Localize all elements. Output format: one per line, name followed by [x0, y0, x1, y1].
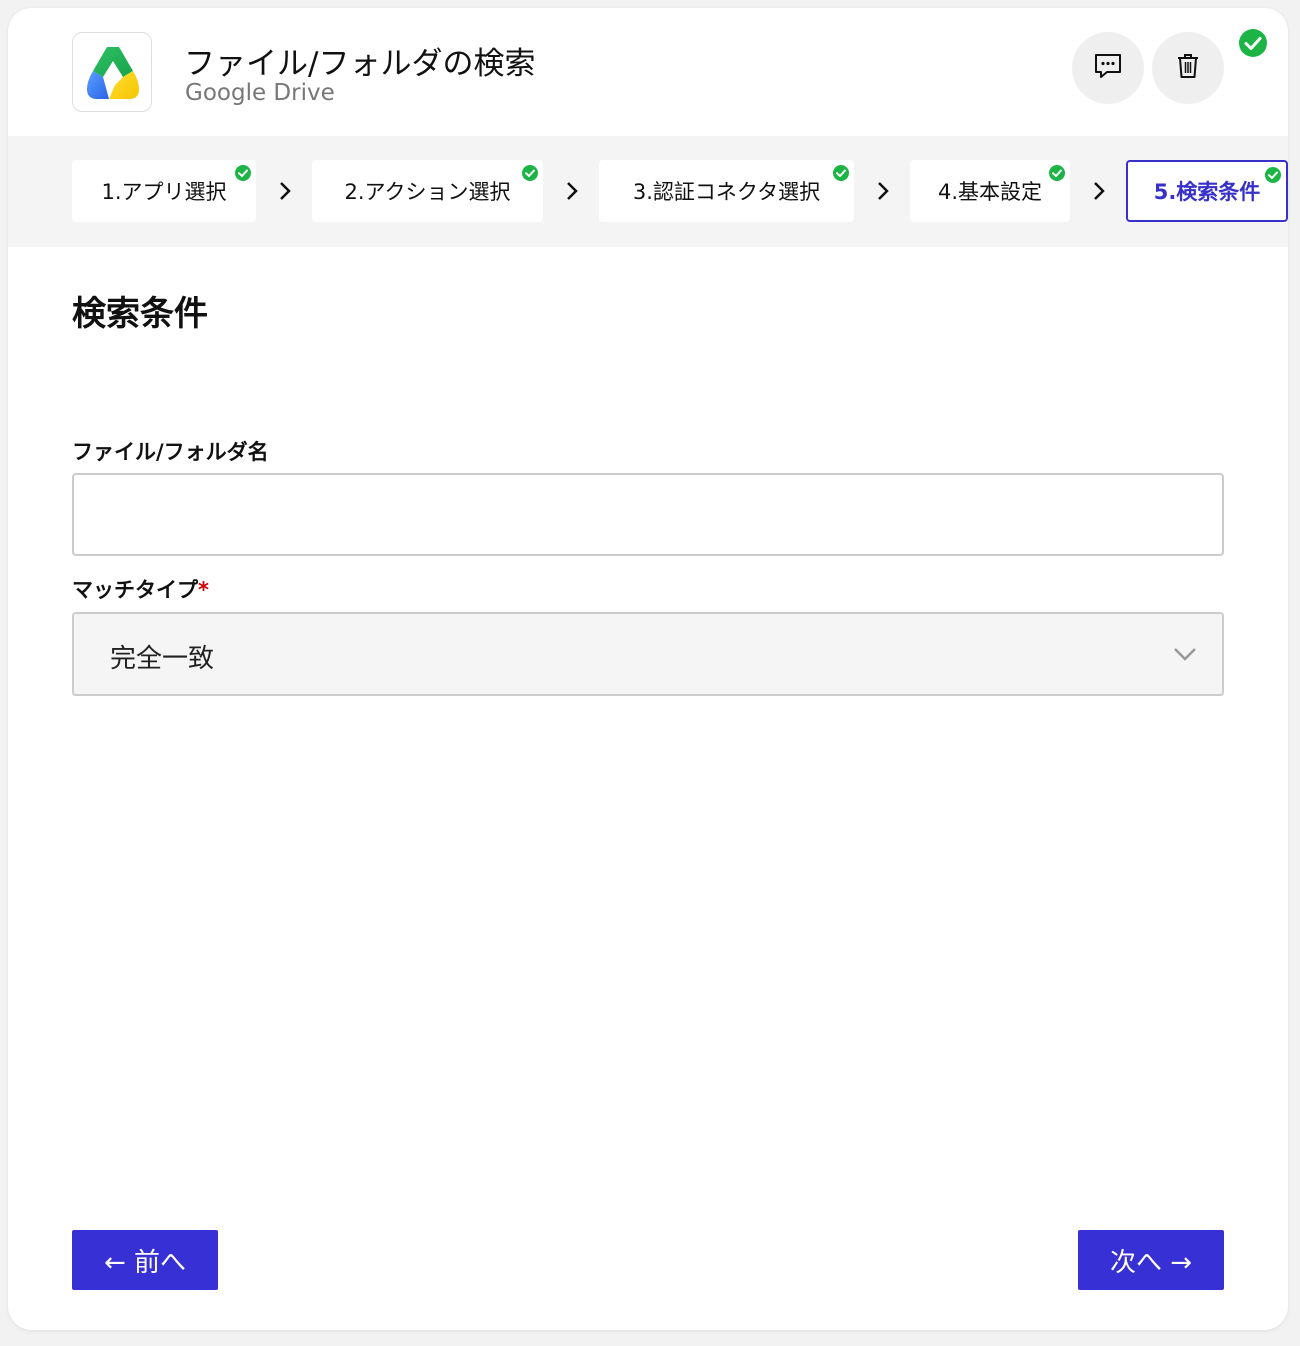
- step-action-selection[interactable]: 2.アクション選択: [312, 160, 543, 222]
- check-circle-icon: [1049, 165, 1065, 181]
- match-type-label-text: マッチタイプ: [72, 578, 198, 602]
- match-type-label: マッチタイプ*: [72, 574, 209, 604]
- step-label: 3.認証コネクタ選択: [632, 180, 821, 204]
- step-label: 1.アプリ選択: [101, 180, 227, 204]
- app-name: Google Drive: [185, 80, 335, 106]
- step-progress-bar: 1.アプリ選択 2.アクション選択 3.認証コネクタ選択 4.基本設定 5.検索…: [8, 136, 1288, 247]
- chevron-down-icon: [1174, 648, 1196, 661]
- chevron-right-icon: [567, 182, 578, 200]
- required-mark: *: [198, 578, 209, 602]
- comment-button[interactable]: [1072, 32, 1144, 104]
- previous-button[interactable]: ← 前へ: [72, 1230, 218, 1290]
- step-label: 4.基本設定: [937, 180, 1043, 204]
- file-folder-name-input[interactable]: [72, 473, 1224, 556]
- match-type-select[interactable]: 完全一致: [72, 612, 1224, 696]
- section-title: 検索条件: [72, 294, 208, 334]
- delete-button[interactable]: [1152, 32, 1224, 104]
- google-drive-logo-icon: [72, 32, 152, 112]
- chevron-right-icon: [1094, 182, 1105, 200]
- step-basic-settings[interactable]: 4.基本設定: [910, 160, 1070, 222]
- check-circle-icon: [522, 165, 538, 181]
- page-title: ファイル/フォルダの検索: [184, 46, 536, 82]
- next-button[interactable]: 次へ →: [1078, 1230, 1224, 1290]
- step-app-selection[interactable]: 1.アプリ選択: [72, 160, 256, 222]
- chevron-right-icon: [280, 182, 291, 200]
- chevron-right-icon: [878, 182, 889, 200]
- file-folder-name-label: ファイル/フォルダ名: [72, 440, 269, 464]
- step-label: 2.アクション選択: [344, 180, 511, 204]
- check-circle-icon: [1265, 167, 1281, 183]
- check-circle-icon: [235, 165, 251, 181]
- step-search-conditions[interactable]: 5.検索条件: [1126, 160, 1288, 222]
- task-editor-panel: ファイル/フォルダの検索 Google Drive 1.アプリ選択 2.アクショ…: [8, 8, 1288, 1330]
- check-circle-icon: [1238, 28, 1268, 58]
- trash-icon: [1176, 52, 1200, 84]
- panel-header: ファイル/フォルダの検索 Google Drive: [8, 8, 1288, 136]
- step-label: 5.検索条件: [1153, 180, 1261, 204]
- comment-icon: [1093, 52, 1123, 84]
- match-type-selected-value: 完全一致: [110, 644, 215, 674]
- check-circle-icon: [833, 165, 849, 181]
- step-connector-selection[interactable]: 3.認証コネクタ選択: [599, 160, 854, 222]
